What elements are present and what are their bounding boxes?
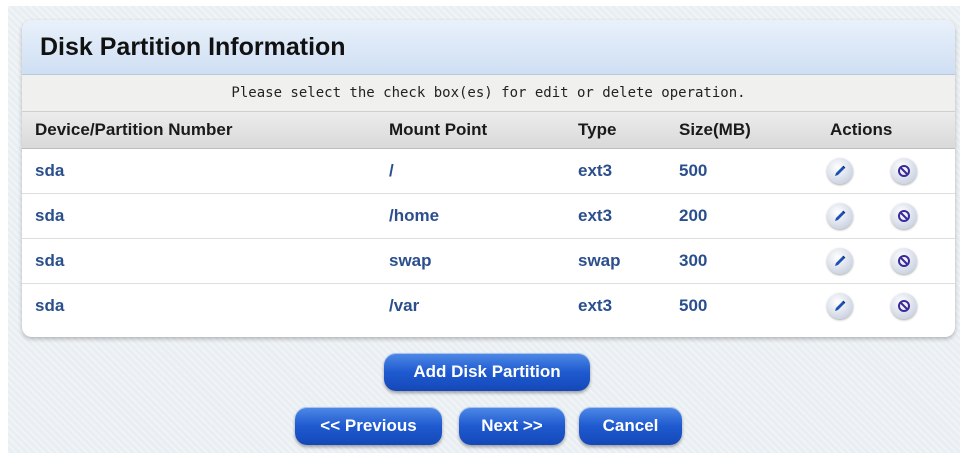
delete-button[interactable] (891, 248, 917, 274)
cell-device: sda (35, 251, 65, 270)
table-row: sda / ext3 500 (22, 149, 955, 194)
edit-icon (835, 255, 846, 266)
delete-icon (898, 300, 910, 312)
cell-mount-point: /home (389, 206, 440, 225)
cell-mount-point: /var (389, 296, 420, 315)
edit-button[interactable] (827, 293, 853, 319)
cell-size: 500 (679, 161, 708, 180)
delete-button[interactable] (891, 158, 917, 184)
cell-type: ext3 (578, 206, 613, 225)
cell-size: 200 (679, 206, 708, 225)
cell-type: ext3 (578, 161, 613, 180)
delete-icon (898, 210, 910, 222)
cell-size: 500 (679, 296, 708, 315)
add-disk-partition-button[interactable]: Add Disk Partition (384, 353, 590, 391)
instruction-text: Please select the check box(es) for edit… (22, 75, 955, 111)
cell-device: sda (35, 206, 65, 225)
delete-button[interactable] (891, 293, 917, 319)
panel-title: Disk Partition Information (22, 20, 955, 75)
cancel-button[interactable]: Cancel (579, 407, 682, 445)
cell-device: sda (35, 296, 65, 315)
column-header-size: Size(MB) (679, 120, 751, 139)
previous-button[interactable]: << Previous (295, 407, 442, 445)
column-header-type: Type (578, 120, 617, 139)
next-button[interactable]: Next >> (459, 407, 565, 445)
delete-button[interactable] (891, 203, 917, 229)
wizard-page: Disk Partition Information Please select… (8, 6, 960, 453)
column-header-actions: Actions (830, 120, 893, 139)
edit-button[interactable] (827, 158, 853, 184)
cell-mount-point: / (389, 161, 394, 180)
column-header-mount-point: Mount Point (389, 120, 488, 139)
edit-icon (835, 165, 846, 176)
edit-icon (835, 300, 846, 311)
column-header-device: Device/Partition Number (35, 120, 233, 139)
edit-button[interactable] (827, 203, 853, 229)
table-row: sda /var ext3 500 (22, 284, 955, 328)
delete-icon (898, 165, 910, 177)
cell-size: 300 (679, 251, 708, 270)
edit-icon (835, 210, 846, 221)
cell-device: sda (35, 161, 65, 180)
edit-button[interactable] (827, 248, 853, 274)
disk-partition-panel: Disk Partition Information Please select… (22, 20, 955, 337)
table-header: Device/Partition Number Mount Point Type… (22, 111, 955, 149)
table-row: sda /home ext3 200 (22, 194, 955, 239)
table-row: sda swap swap 300 (22, 239, 955, 284)
cell-type: ext3 (578, 296, 613, 315)
cell-type: swap (578, 251, 621, 270)
delete-icon (898, 255, 910, 267)
cell-mount-point: swap (389, 251, 432, 270)
table-body: sda / ext3 500 sda /home ext3 200 sda sw… (22, 149, 955, 328)
